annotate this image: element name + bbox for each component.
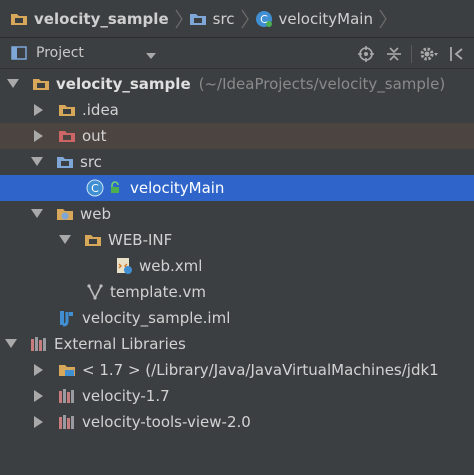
module-folder-icon bbox=[32, 75, 50, 93]
view-selector-label: Project bbox=[36, 45, 84, 61]
breadcrumb-item-velocity-sample[interactable]: velocity_sample bbox=[6, 0, 173, 38]
tree-label: web bbox=[80, 205, 112, 223]
tree-node-root[interactable]: velocity_sample (~/IdeaProjects/velocity… bbox=[0, 71, 474, 97]
class-icon: C bbox=[255, 10, 273, 28]
expanded-arrow-icon[interactable] bbox=[4, 337, 18, 351]
web-folder-icon bbox=[56, 205, 74, 223]
breadcrumb-label: velocityMain bbox=[278, 9, 373, 28]
tree-node-out[interactable]: out bbox=[0, 123, 474, 149]
tree-label: template.vm bbox=[110, 283, 206, 301]
collapsed-arrow-icon[interactable] bbox=[32, 129, 46, 143]
breadcrumb-item-src[interactable]: src bbox=[185, 0, 239, 38]
tree-label: WEB-INF bbox=[108, 231, 173, 249]
tree-node-web-xml[interactable]: web.xml bbox=[0, 253, 474, 279]
collapsed-arrow-icon[interactable] bbox=[32, 415, 46, 429]
velocity-template-icon bbox=[86, 283, 104, 301]
tree-label: External Libraries bbox=[54, 335, 186, 353]
toolbar-actions bbox=[355, 38, 468, 69]
tree-node-src[interactable]: src bbox=[0, 149, 474, 175]
expanded-arrow-icon[interactable] bbox=[6, 77, 20, 91]
library-icon bbox=[30, 335, 48, 353]
excluded-folder-icon bbox=[58, 127, 76, 145]
library-icon bbox=[58, 387, 76, 405]
breadcrumb: velocity_sample src C velocityMain bbox=[0, 0, 474, 38]
tree-path-hint: (~/IdeaProjects/velocity_sample) bbox=[198, 75, 446, 93]
collapse-all-icon[interactable] bbox=[383, 43, 405, 65]
tree-node-jdk[interactable]: < 1.7 > (/Library/Java/JavaVirtualMachin… bbox=[0, 357, 474, 383]
class-icon: C bbox=[86, 179, 104, 197]
tree-node-velocity-tools-lib[interactable]: velocity-tools-view-2.0 bbox=[0, 409, 474, 435]
tree-node-iml[interactable]: velocity_sample.iml bbox=[0, 305, 474, 331]
toolbar-divider bbox=[411, 44, 412, 63]
folder-icon bbox=[84, 231, 102, 249]
source-folder-icon bbox=[189, 10, 207, 28]
iml-file-icon bbox=[58, 309, 76, 327]
collapsed-arrow-icon[interactable] bbox=[32, 389, 46, 403]
tree-label: velocity_sample.iml bbox=[82, 309, 231, 327]
tree-node-web[interactable]: web bbox=[0, 201, 474, 227]
tree-label: velocity_sample bbox=[56, 75, 191, 93]
library-icon bbox=[58, 413, 76, 431]
scroll-from-source-icon[interactable] bbox=[355, 43, 377, 65]
lock-icon bbox=[106, 179, 124, 197]
hide-panel-icon[interactable] bbox=[446, 43, 468, 65]
view-selector[interactable]: Project bbox=[0, 44, 160, 63]
tree-label: velocity-1.7 bbox=[82, 387, 170, 405]
svg-text:C: C bbox=[91, 182, 99, 195]
folder-icon bbox=[58, 101, 76, 119]
tree-label: .idea bbox=[82, 101, 119, 119]
collapsed-arrow-icon[interactable] bbox=[32, 103, 46, 117]
tree-node-idea[interactable]: .idea bbox=[0, 97, 474, 123]
source-folder-icon bbox=[56, 153, 74, 171]
expanded-arrow-icon[interactable] bbox=[58, 233, 72, 247]
dropdown-arrow-icon bbox=[146, 44, 156, 63]
tree-label: < 1.7 > (/Library/Java/JavaVirtualMachin… bbox=[82, 361, 439, 379]
project-view-icon bbox=[10, 44, 28, 62]
chevron-right-icon bbox=[239, 0, 251, 38]
chevron-right-icon bbox=[173, 0, 185, 38]
breadcrumb-label: velocity_sample bbox=[34, 9, 169, 28]
tree-node-web-inf[interactable]: WEB-INF bbox=[0, 227, 474, 253]
expanded-arrow-icon[interactable] bbox=[30, 207, 44, 221]
tree-label: web.xml bbox=[139, 257, 203, 275]
tree-label: out bbox=[82, 127, 107, 145]
breadcrumb-item-velocity-main[interactable]: C velocityMain bbox=[251, 0, 377, 38]
tree-node-velocity-lib[interactable]: velocity-1.7 bbox=[0, 383, 474, 409]
tree-node-velocity-main[interactable]: C velocityMain bbox=[0, 175, 474, 201]
project-toolbar: Project bbox=[0, 38, 474, 69]
folder-icon bbox=[10, 10, 28, 28]
tree-label: velocityMain bbox=[130, 179, 225, 197]
jdk-folder-icon bbox=[58, 361, 76, 379]
tree-node-external-libraries[interactable]: External Libraries bbox=[0, 331, 474, 357]
tree-label: src bbox=[80, 153, 102, 171]
tree-node-template-vm[interactable]: template.vm bbox=[0, 279, 474, 305]
tree-label: velocity-tools-view-2.0 bbox=[82, 413, 251, 431]
gear-icon[interactable] bbox=[418, 43, 440, 65]
collapsed-arrow-icon[interactable] bbox=[32, 363, 46, 377]
xml-file-icon bbox=[115, 257, 133, 275]
project-tree: velocity_sample (~/IdeaProjects/velocity… bbox=[0, 69, 474, 475]
expanded-arrow-icon[interactable] bbox=[30, 155, 44, 169]
breadcrumb-label: src bbox=[212, 9, 235, 28]
chevron-right-icon bbox=[377, 0, 389, 38]
